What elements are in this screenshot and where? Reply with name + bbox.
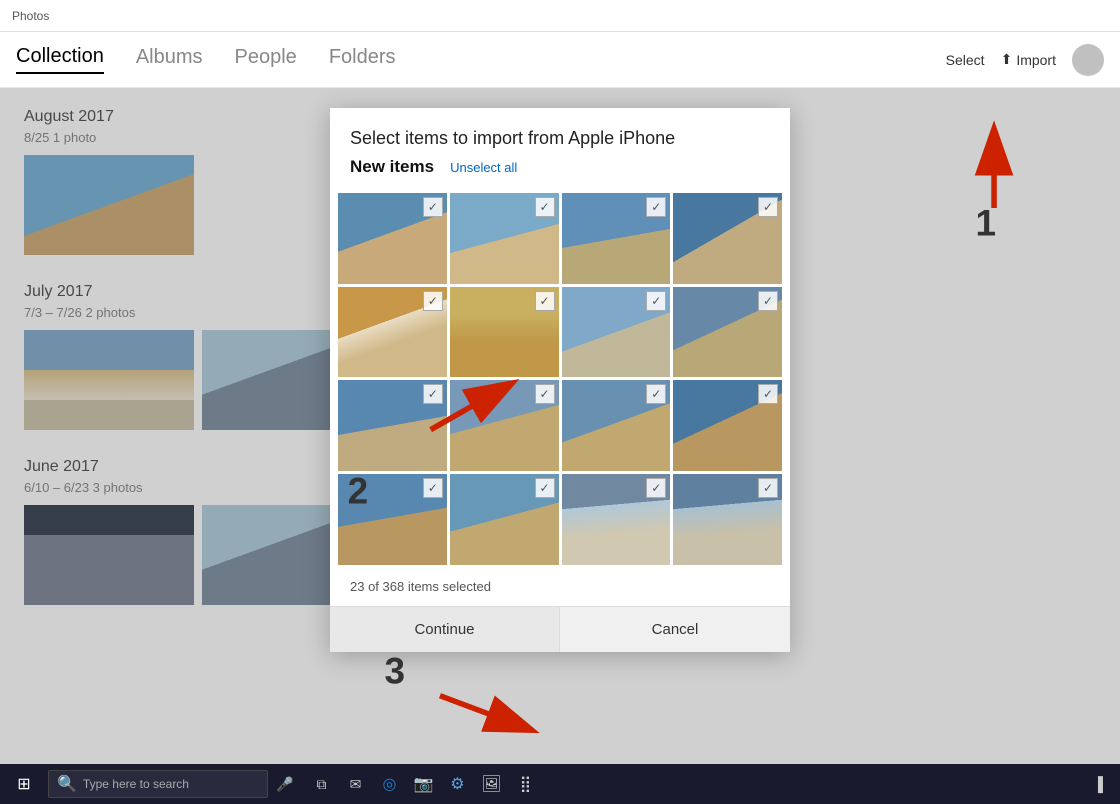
check-overlay: ✓ <box>423 384 443 404</box>
check-overlay: ✓ <box>646 197 666 217</box>
check-overlay: ✓ <box>423 478 443 498</box>
grid-item[interactable]: ✓ <box>673 287 782 378</box>
photo-app-icon[interactable]: 📷 <box>411 772 435 796</box>
check-overlay: ✓ <box>646 291 666 311</box>
dialog-subtitle: New items <box>350 157 434 177</box>
taskbar-search-text: Type here to search <box>83 777 189 791</box>
grid-item[interactable]: ✓ <box>673 193 782 284</box>
grid-item[interactable]: ✓ <box>673 380 782 471</box>
grid-item[interactable]: ✓ <box>450 193 559 284</box>
grid-item[interactable]: ✓ <box>562 474 671 565</box>
dialog-header: Select items to import from Apple iPhone… <box>330 108 790 185</box>
nav-item-people[interactable]: People <box>235 46 297 73</box>
mail-icon[interactable]: ✉ <box>343 772 367 796</box>
avatar[interactable] <box>1072 44 1104 76</box>
check-overlay: ✓ <box>758 478 778 498</box>
photos-icon[interactable]: 🖼 <box>479 772 503 796</box>
unselect-all-link[interactable]: Unselect all <box>450 160 517 175</box>
nav-right: Select ⬆ Import <box>946 44 1104 76</box>
check-overlay: ✓ <box>535 478 555 498</box>
main-content: August 2017 8/25 1 photo July 2017 7/3 –… <box>0 88 1120 764</box>
grid-item[interactable]: ✓ <box>562 287 671 378</box>
taskbar-icons: ⧉ ✉ ◎ 📷 ⚙ 🖼 ⣿ <box>309 772 537 796</box>
check-overlay: ✓ <box>758 197 778 217</box>
grid-item[interactable]: ✓ <box>673 474 782 565</box>
apps-icon[interactable]: ⣿ <box>513 772 537 796</box>
start-button[interactable]: ⊞ <box>8 768 40 800</box>
check-overlay: ✓ <box>646 478 666 498</box>
task-view-icon[interactable]: ⧉ <box>309 772 333 796</box>
dialog-overlay: Select items to import from Apple iPhone… <box>0 88 1120 764</box>
cancel-button[interactable]: Cancel <box>560 607 790 652</box>
dialog-footer: Continue Cancel <box>330 606 790 652</box>
app-title: Photos <box>12 9 49 23</box>
check-overlay: ✓ <box>423 291 443 311</box>
nav-bar: Collection Albums People Folders Select … <box>0 32 1120 88</box>
taskbar-right: ▐ <box>1084 770 1112 798</box>
taskbar-search-box[interactable]: 🔍 Type here to search <box>48 770 268 798</box>
check-overlay: ✓ <box>758 291 778 311</box>
nav-item-albums[interactable]: Albums <box>136 46 203 73</box>
grid-item[interactable]: ✓ <box>562 193 671 284</box>
nav-item-collection[interactable]: Collection <box>16 45 104 74</box>
nav-item-folders[interactable]: Folders <box>329 46 396 73</box>
check-overlay: ✓ <box>423 197 443 217</box>
dialog-subtitle-row: New items Unselect all <box>350 157 770 177</box>
import-button[interactable]: ⬆ Import <box>1001 51 1056 68</box>
show-desktop-icon[interactable]: ▐ <box>1084 770 1112 798</box>
search-icon: 🔍 <box>57 774 77 794</box>
app-header: Photos <box>0 0 1120 32</box>
dialog-title: Select items to import from Apple iPhone <box>350 128 770 149</box>
taskbar: ⊞ 🔍 Type here to search 🎤 ⧉ ✉ ◎ 📷 ⚙ 🖼 ⣿ … <box>0 764 1120 804</box>
grid-item[interactable]: ✓ <box>450 474 559 565</box>
microphone-icon[interactable]: 🎤 <box>276 776 293 793</box>
grid-item[interactable]: ✓ <box>338 287 447 378</box>
photo-grid: ✓ ✓ ✓ ✓ ✓ ✓ ✓ <box>330 185 790 573</box>
grid-item[interactable]: ✓ <box>338 474 447 565</box>
dialog-status: 23 of 368 items selected <box>330 573 790 606</box>
settings-icon[interactable]: ⚙ <box>445 772 469 796</box>
check-overlay: ✓ <box>758 384 778 404</box>
grid-item[interactable]: ✓ <box>338 193 447 284</box>
edge-icon[interactable]: ◎ <box>377 772 401 796</box>
import-dialog: Select items to import from Apple iPhone… <box>330 108 790 652</box>
check-overlay: ✓ <box>535 384 555 404</box>
grid-item[interactable]: ✓ <box>562 380 671 471</box>
check-overlay: ✓ <box>535 291 555 311</box>
select-button[interactable]: Select <box>946 52 985 68</box>
continue-button[interactable]: Continue <box>330 607 560 652</box>
check-overlay: ✓ <box>646 384 666 404</box>
check-overlay: ✓ <box>535 197 555 217</box>
grid-item[interactable]: ✓ <box>338 380 447 471</box>
import-icon: ⬆ <box>1001 51 1013 68</box>
grid-item[interactable]: ✓ <box>450 380 559 471</box>
grid-item[interactable]: ✓ <box>450 287 559 378</box>
